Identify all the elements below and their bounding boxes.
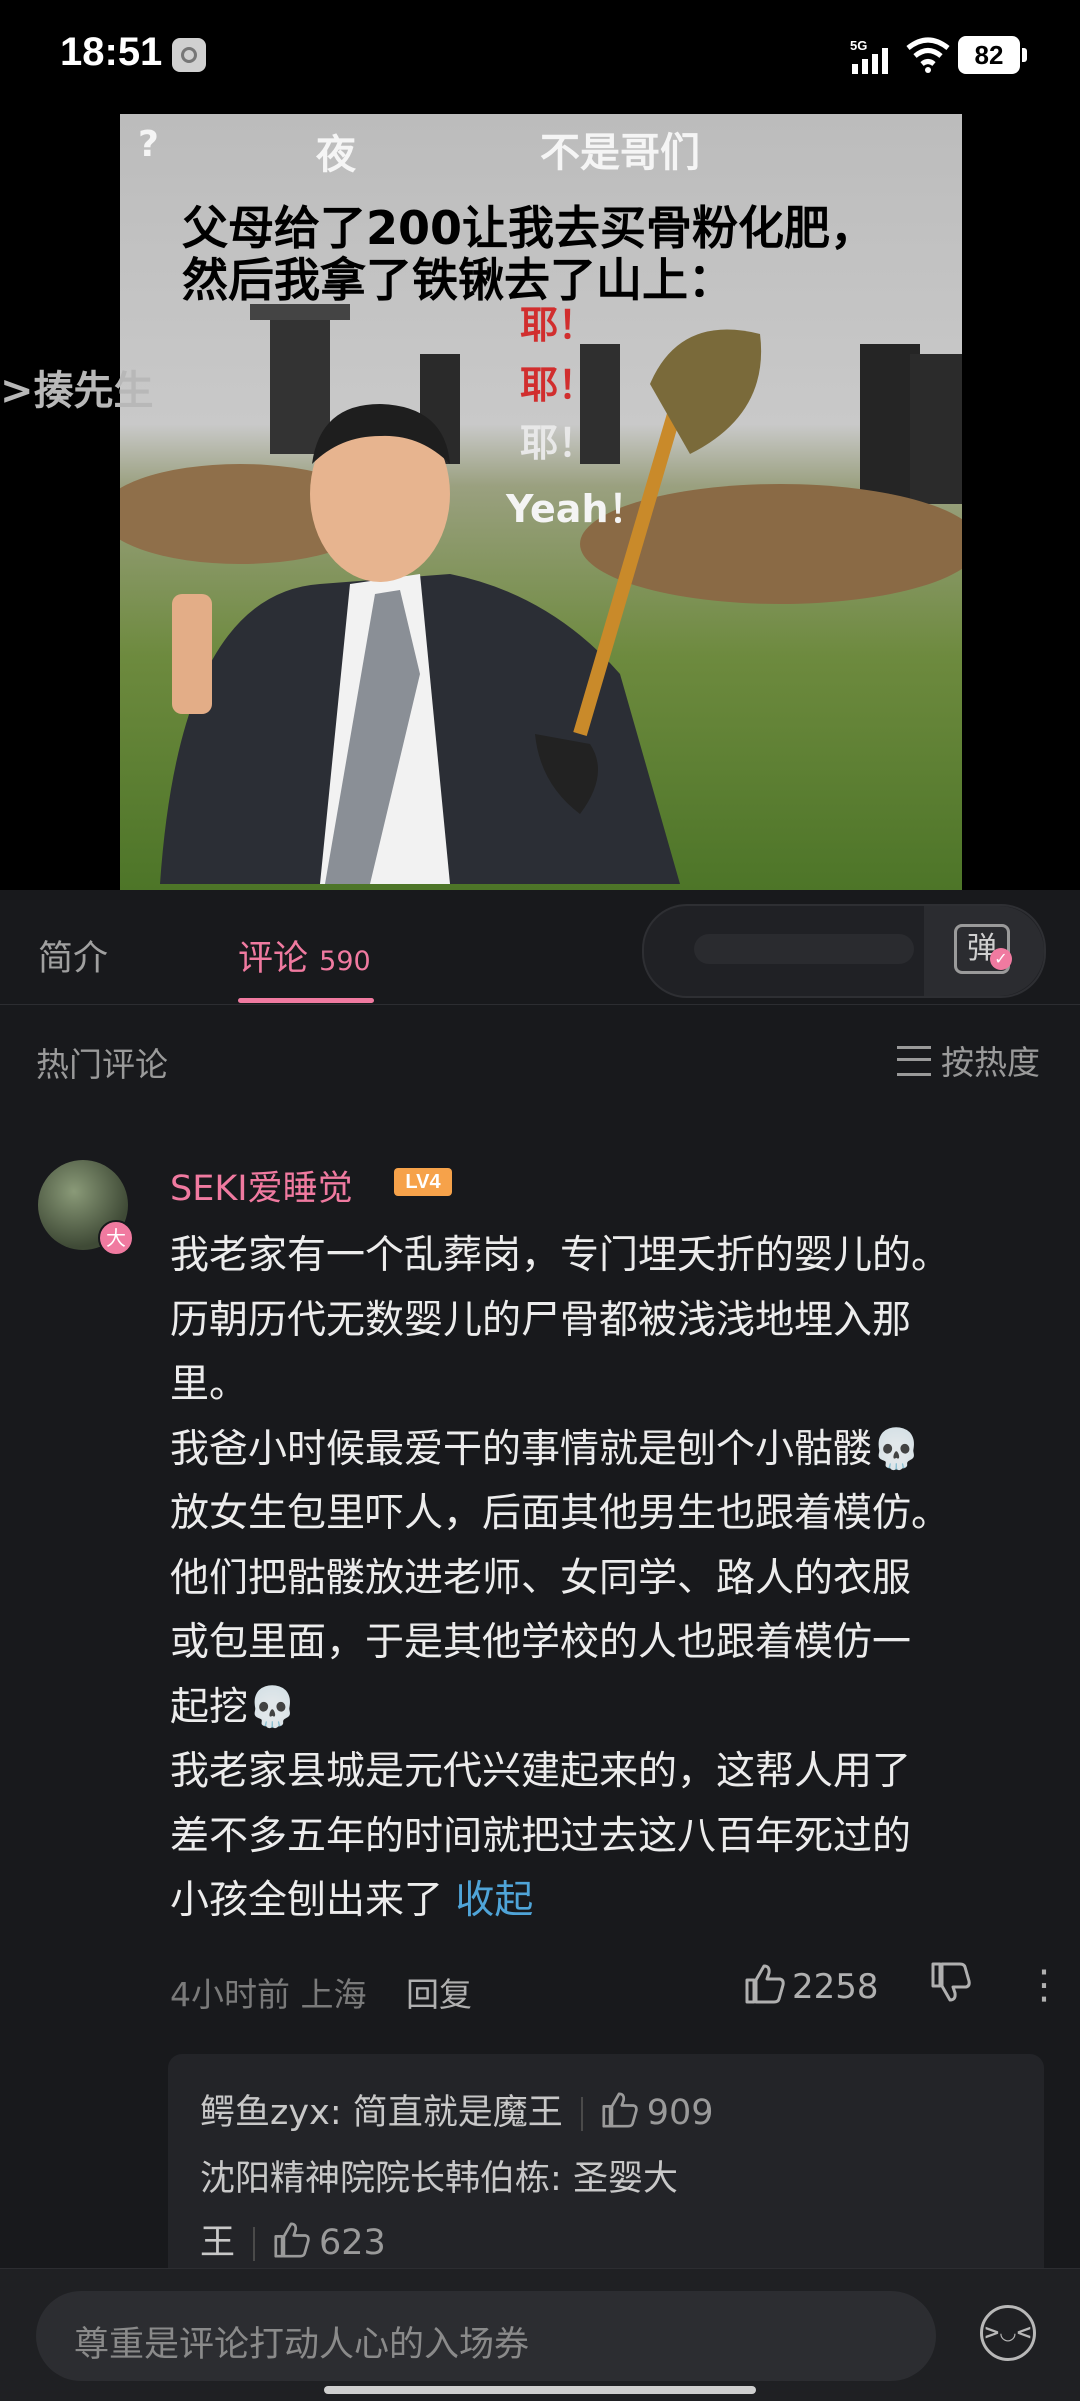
danmaku-item: ?	[138, 124, 159, 165]
comment-line: 里。	[170, 1362, 249, 1407]
comment-input[interactable]: 尊重是评论打动人心的入场券	[36, 2291, 936, 2381]
comment-line: 我爸小时候最爱干的事情就是刨个小骷髅💀	[170, 1426, 921, 1472]
wifi-icon	[906, 37, 950, 73]
divider	[253, 2227, 256, 2261]
reply-like-count: 909	[646, 2093, 714, 2133]
comment-line: 我老家有一个乱葬岗，专门埋夭折的婴儿的。	[170, 1233, 951, 1278]
collapse-link[interactable]: 收起	[455, 1878, 533, 1923]
comment-line: 小孩全刨出来了	[170, 1878, 444, 1923]
tab-comments[interactable]: 评论 590	[238, 930, 371, 981]
comment-line: 历朝历代无数婴儿的尸骨都被浅浅地埋入那	[170, 1297, 912, 1343]
comment-input-bar: 尊重是评论打动人心的入场券 >◡<	[0, 2268, 1080, 2401]
danmaku-toggle-button[interactable]: 弹 ✓	[924, 906, 1044, 996]
video-player[interactable]: ? 夜 不是哥们 父母给了200让我去买骨粉化肥， 然后我拿了铁锹去了山上： 耶…	[0, 110, 1080, 890]
reply-user[interactable]: 鳄鱼zyx	[200, 2093, 330, 2133]
thumbs-up-icon	[745, 1964, 785, 2004]
reply-item-continued[interactable]: 王 623	[200, 2214, 386, 2265]
video-text: 耶！	[520, 303, 597, 347]
comment-line: 或包里面，于是其他学校的人也跟着模仿一	[170, 1620, 912, 1665]
comment-line: 差不多五年的时间就把过去这八百年死过的	[170, 1813, 912, 1859]
signal-icon: 5G	[850, 38, 888, 74]
reply-colon: :	[329, 2093, 353, 2133]
sort-button[interactable]: 按热度	[897, 1036, 1040, 1084]
app-notification-icon	[172, 38, 206, 72]
home-indicator[interactable]	[324, 2386, 756, 2394]
thumbs-down-icon[interactable]	[930, 1962, 972, 2002]
comment-line: 他们把骷髅放进老师、女同学、路人的衣服	[170, 1555, 912, 1601]
reply-button[interactable]: 回复	[406, 1968, 472, 2016]
sort-label: 按热度	[941, 1043, 1040, 1082]
status-time: 18:51	[60, 30, 163, 74]
reply-text: 王	[200, 2223, 236, 2263]
check-icon: ✓	[990, 948, 1012, 970]
tab-comments-count: 590	[319, 946, 371, 977]
emoji-button[interactable]: >◡<	[980, 2305, 1036, 2361]
video-caption: 父母给了200让我去买骨粉化肥， 然后我拿了铁锹去了山上：	[182, 202, 876, 306]
comment-time: 4小时前	[170, 1975, 290, 2014]
video-text: Yeah！	[506, 487, 647, 531]
more-options-icon[interactable]: ⋮	[1024, 1962, 1064, 2008]
video-frame[interactable]: ? 夜 不是哥们 父母给了200让我去买骨粉化肥， 然后我拿了铁锹去了山上： 耶…	[120, 114, 962, 890]
level-badge: LV4	[394, 1168, 452, 1196]
reply-text: 简直就是魔王	[352, 2093, 563, 2133]
comment-meta: 4小时前 上海	[170, 1968, 367, 2016]
danmaku-item: 不是哥们	[540, 130, 700, 176]
tab-intro[interactable]: 简介	[38, 930, 108, 981]
video-text: 耶！	[520, 363, 597, 407]
thumbs-up-icon	[274, 2222, 310, 2258]
comment-username[interactable]: SEKI爱睡觉	[170, 1160, 353, 1211]
reply-colon: :	[550, 2159, 573, 2199]
danmaku-input[interactable]: 弹 ✓	[642, 904, 1046, 998]
svg-text:5G: 5G	[850, 38, 867, 53]
video-text: 耶！	[520, 421, 597, 465]
like-count: 2258	[792, 1967, 879, 2007]
like-button[interactable]: 2258	[744, 1964, 879, 2007]
battery-indicator: 82	[958, 36, 1027, 74]
reply-item[interactable]: 鳄鱼zyx: 简直就是魔王 909	[200, 2084, 714, 2135]
hot-comments-title: 热门评论	[36, 1045, 168, 1084]
reply-item[interactable]: 沈阳精神院院长韩伯栋: 圣婴大	[200, 2150, 678, 2201]
divider	[580, 2097, 583, 2131]
comment-line: 我老家县城是元代兴建起来的，这帮人用了	[170, 1749, 912, 1794]
comment-line-last: 小孩全刨出来了 收起	[170, 1869, 1050, 1934]
danmaku-input-placeholder	[694, 934, 914, 964]
video-uploader-overlay: >揍先生	[0, 368, 154, 414]
comment-line: 起挖💀	[170, 1684, 297, 1730]
caption-line: 父母给了200让我去买骨粉化肥，	[182, 201, 877, 255]
reply-like-count: 623	[319, 2223, 386, 2263]
reply-user[interactable]: 沈阳精神院院长韩伯栋	[200, 2159, 550, 2199]
comment-input-placeholder: 尊重是评论打动人心的入场券	[74, 2325, 530, 2365]
tab-comments-label: 评论	[238, 939, 309, 979]
reply-text: 圣婴大	[572, 2159, 678, 2199]
sort-icon	[897, 1046, 931, 1076]
danmaku-item: 夜	[316, 132, 356, 178]
tab-active-indicator	[238, 998, 374, 1003]
avatar-badge: 大	[98, 1220, 134, 1256]
comment-location: 上海	[300, 1975, 367, 2014]
comment-text: 我老家有一个乱葬岗，专门埋夭折的婴儿的。 历朝历代无数婴儿的尸骨都被浅浅地埋入那…	[170, 1224, 1050, 1934]
emoji-icon: >◡<	[983, 2320, 1033, 2344]
status-bar: 18:51 5G 5G 82	[0, 0, 1080, 110]
thumbs-up-icon	[602, 2092, 638, 2128]
comment-line: 放女生包里吓人，后面其他男生也跟着模仿。	[170, 1491, 951, 1536]
